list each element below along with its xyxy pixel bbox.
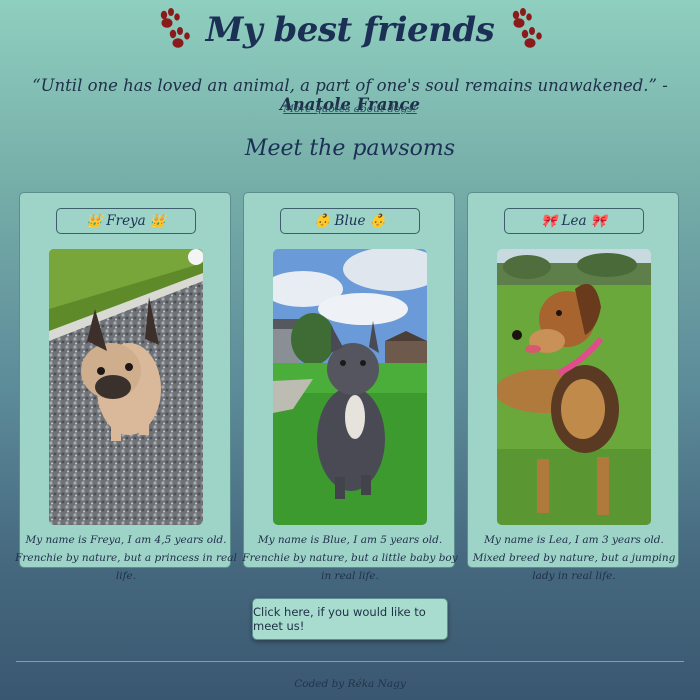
friend-photo — [497, 249, 651, 525]
friend-name-badge: 👶 Blue 👶 — [280, 208, 420, 234]
friend-name: Lea — [561, 213, 587, 229]
friend-description: My name is Blue, I am 5 years old. Frenc… — [242, 534, 458, 582]
page-title: My best friends — [205, 10, 495, 50]
page-header: My best friends — [0, 4, 700, 56]
friend-description: My name is Freya, I am 4,5 years old. Fr… — [15, 534, 237, 582]
ribbon-icon: 🎀 — [541, 213, 558, 229]
friend-description: My name is Lea, I am 3 years old. Mixed … — [472, 534, 676, 582]
baby-icon: 👶 — [369, 213, 386, 229]
friend-name-badge: 👑 Freya 👑 — [56, 208, 196, 234]
friend-name: Freya — [106, 213, 146, 229]
paw-print-icon — [160, 8, 190, 48]
more-quotes-link[interactable]: More quotes about dogs! — [0, 103, 700, 115]
crown-icon: 👑 — [86, 213, 103, 229]
footer-divider — [16, 661, 684, 662]
friend-card-blue: 👶 Blue 👶 My name is Blue, I am 5 years o… — [242, 192, 458, 582]
baby-icon: 👶 — [314, 213, 331, 229]
friend-name-badge: 🎀 Lea 🎀 — [504, 208, 644, 234]
footer-credit: Coded by Réka Nagy — [294, 678, 406, 690]
friend-photo — [49, 249, 203, 525]
crown-icon: 👑 — [149, 213, 166, 229]
friend-card-lea: 🎀 Lea 🎀 My name is Lea, I am 3 years old… — [467, 192, 679, 582]
friend-name: Blue — [334, 213, 366, 229]
ribbon-icon: 🎀 — [590, 213, 607, 229]
meet-us-button[interactable]: Click here, if you would like to meet us… — [252, 598, 448, 640]
friend-photo — [273, 249, 427, 525]
quote-text: “Until one has loved an animal, a part o… — [32, 76, 668, 95]
section-title: Meet the pawsoms — [244, 136, 456, 161]
paw-print-icon — [513, 8, 543, 48]
friend-card-freya: 👑 Freya 👑 My name is Freya, I am 4,5 yea… — [15, 192, 237, 582]
